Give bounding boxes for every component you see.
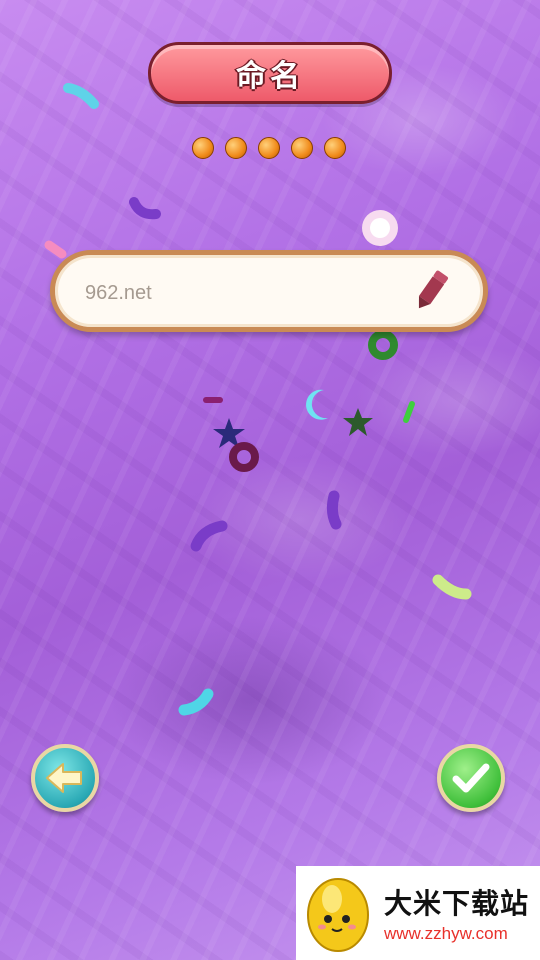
back-button[interactable]	[31, 744, 99, 812]
progress-dot	[192, 137, 214, 159]
candy-white-disc	[362, 210, 398, 246]
watermark-url: www.zzhyw.com	[384, 924, 508, 943]
sprinkle-purple-top	[129, 197, 161, 220]
candy-maroon-ring	[229, 442, 259, 472]
sprinkle-purple-mid	[326, 490, 342, 530]
progress-dot	[291, 137, 313, 159]
sprinkle-cyan-top	[63, 83, 99, 109]
sprinkle-purple-left	[190, 520, 228, 552]
confirm-button[interactable]	[437, 744, 505, 812]
sprinkle-cyan-bottom	[178, 688, 214, 716]
sprinkle-lime	[432, 574, 472, 600]
candy-cyan-crescent	[306, 389, 328, 420]
progress-dot	[225, 137, 247, 159]
candy-green-ring	[368, 330, 398, 360]
site-watermark: 大米下载站 www.zzhyw.com	[296, 866, 540, 960]
sprinkle-magenta-small	[203, 397, 223, 403]
progress-dots	[192, 137, 346, 159]
pencil-icon[interactable]	[411, 268, 451, 314]
progress-dot	[258, 137, 280, 159]
page-title: 命名	[148, 42, 392, 104]
sprinkle-pink	[44, 240, 67, 259]
progress-dot	[324, 137, 346, 159]
name-input[interactable]	[83, 277, 407, 309]
star-green	[343, 408, 373, 436]
name-input-box[interactable]	[50, 250, 488, 332]
watermark-site-name: 大米下载站	[384, 887, 530, 920]
mascot-logo	[307, 878, 369, 952]
sprinkle-green-small	[403, 401, 415, 423]
checkmark-icon	[452, 763, 490, 793]
arrow-left-icon	[46, 763, 82, 793]
